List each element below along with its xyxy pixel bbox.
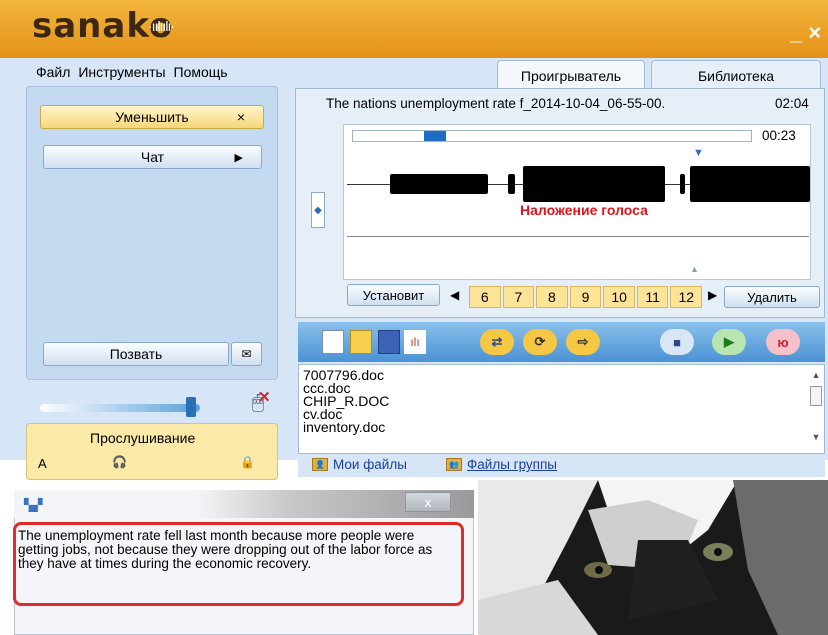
tab-group-files[interactable]: 👥 Файлы группы [446,457,557,472]
elapsed-time: 00:23 [762,128,796,143]
file-list: 7007796.doc ccc.doc CHIP_R.DOC cv.doc in… [298,364,825,454]
volume-slider-thumb[interactable] [186,397,196,417]
group-folder-icon: 👥 [446,458,462,471]
secondary-track-line [347,236,809,237]
dialog-close-button[interactable]: x [405,492,451,512]
file-list-scrollbar[interactable]: ▲ ▼ [808,370,824,452]
dog-image [478,480,828,635]
triangle-marker-icon: ▲ [690,264,699,274]
listen-letter: A [38,456,47,471]
menu-file[interactable]: Файл [36,64,70,80]
segment-number[interactable]: 7 [502,286,535,308]
window-close-button[interactable]: _ × [790,20,821,46]
waveform-segment [680,174,685,194]
next-segment-icon[interactable]: ▶ [708,288,717,302]
scroll-thumb[interactable] [810,386,822,406]
play-button[interactable]: ▶ [712,329,746,355]
segment-list: 6 7 8 9 10 11 12 [469,286,704,308]
vertical-scroll-icon[interactable]: ◆ [311,192,325,228]
stop-button[interactable]: ■ [660,329,694,355]
position-marker-icon: ▼ [693,147,704,159]
file-item[interactable]: 7007796.doc [303,368,824,382]
swap-tracks-icon[interactable]: ⇄ [480,329,514,355]
envelope-icon: ✉ [241,347,252,361]
track-title: The nations unemployment rate f_2014-10-… [326,96,666,111]
waveform-segment [523,166,665,202]
prev-segment-icon[interactable]: ◀ [450,288,459,302]
left-control-panel [26,86,278,380]
headphones-icon[interactable]: 🎧 [112,455,127,469]
dog-photo [478,480,828,635]
minimize-button[interactable]: Уменьшить × [40,105,264,129]
set-button[interactable]: Установит [347,284,440,306]
audio-mark-icon[interactable]: ılı [404,330,426,354]
lock-icon[interactable]: 🔒 [240,455,255,469]
logo-wave-icon: ·ıılıılı· [148,18,175,34]
chat-label: Чат [140,149,165,165]
menu-tools[interactable]: Инструменты [78,64,165,80]
scroll-down-icon[interactable]: ▼ [808,432,824,442]
menu-help[interactable]: Помощь [174,64,228,80]
menu-bar: Файл Инструменты Помощь [36,64,232,80]
highlight-box [13,522,464,606]
record-button[interactable]: ю [766,329,800,355]
progress-bar[interactable] [352,130,752,142]
call-label: Позвать [109,346,163,362]
waveform-segment [390,174,488,194]
scroll-up-icon[interactable]: ▲ [808,370,824,380]
export-icon[interactable]: ⇨ [566,329,600,355]
segment-number[interactable]: 9 [569,286,602,308]
volume-slider[interactable] [40,404,200,412]
waveform-segment [508,174,515,194]
listen-label: Прослушивание [90,430,196,446]
new-file-icon[interactable] [322,330,344,354]
file-item[interactable]: inventory.doc [303,420,824,434]
segment-number[interactable]: 8 [536,286,568,308]
message-icon-button[interactable]: ✉ [231,342,262,366]
file-item[interactable]: CHIP_R.DOC [303,394,824,408]
mouse-disabled-icon: ✕ [258,389,271,406]
call-button[interactable]: Позвать [43,342,229,366]
segment-number[interactable]: 6 [469,286,501,308]
repeat-icon[interactable]: ⟳ [523,329,557,355]
save-icon[interactable] [378,330,400,354]
chat-button[interactable]: Чат ▶ [43,145,262,169]
waveform-segment [690,166,810,202]
chevron-right-icon: ▶ [234,151,243,164]
tab-player[interactable]: Проигрыватель [497,60,645,90]
track-total-time: 02:04 [775,96,809,111]
voice-overlay-label: Наложение голоса [520,202,648,218]
minimize-label: Уменьшить [115,109,189,125]
segment-number[interactable]: 10 [603,286,635,308]
dialog-app-icon: ▚▞ [24,498,43,512]
tab-group-files-label: Файлы группы [467,457,557,472]
progress-thumb[interactable] [424,131,446,141]
segment-number[interactable]: 12 [670,286,703,308]
delete-button[interactable]: Удалить [724,286,820,308]
tab-library[interactable]: Библиотека [651,60,821,90]
tab-my-files[interactable]: 👤 Мои файлы [312,457,407,472]
user-folder-icon: 👤 [312,458,328,471]
close-icon: × [236,109,245,125]
open-folder-icon[interactable] [350,330,372,354]
tab-my-files-label: Мои файлы [333,457,407,472]
segment-number[interactable]: 11 [636,286,669,308]
